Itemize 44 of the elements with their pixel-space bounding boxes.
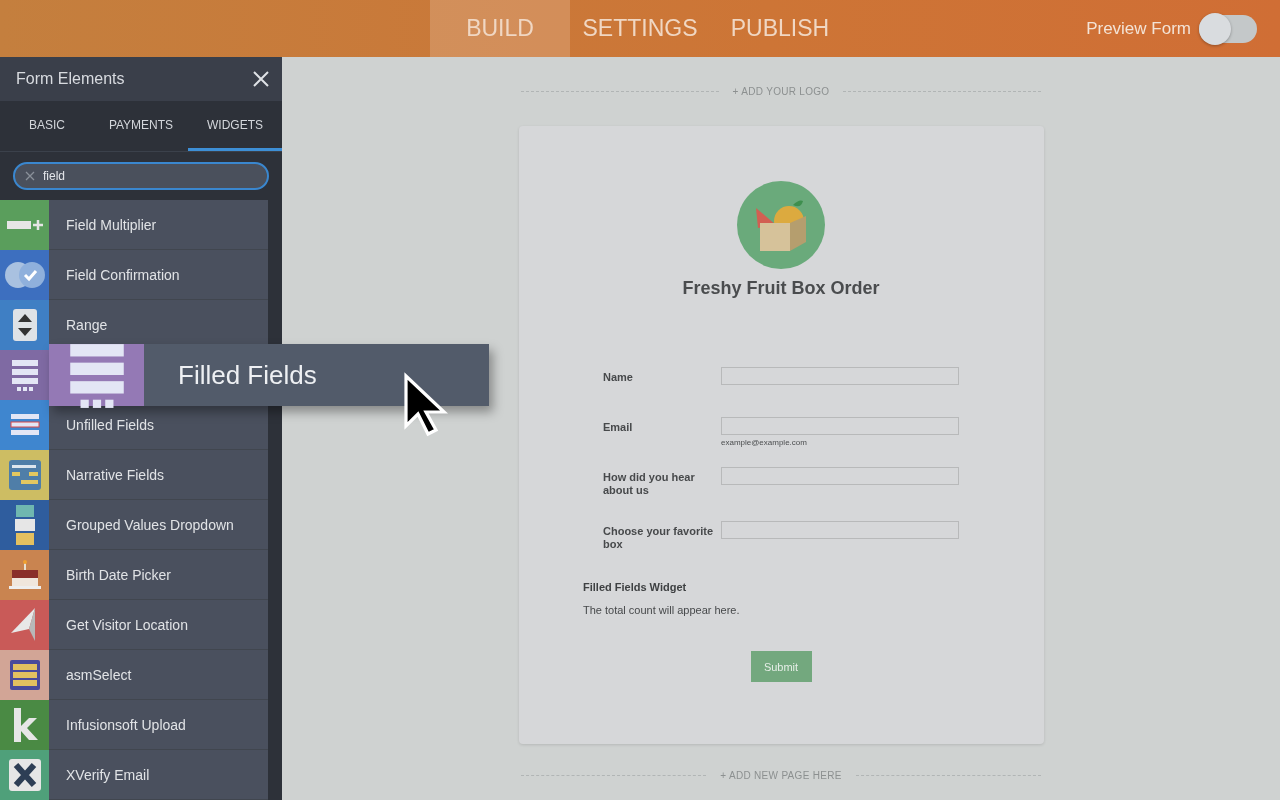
form-fields-icon — [9, 413, 40, 436]
select-list-icon — [9, 659, 40, 690]
field-hint: example@example.com — [721, 438, 808, 447]
form-title: Freshy Fruit Box Order — [682, 278, 880, 299]
widget-name[interactable]: Range — [66, 316, 108, 333]
text-blanks-icon — [8, 459, 41, 490]
stacked-list-icon — [14, 504, 35, 545]
dragged-widget[interactable]: Filled Fields — [49, 344, 489, 406]
widget-text: The total count will appear here. — [583, 604, 741, 616]
preview-label: Preview Form — [1086, 18, 1191, 39]
widget-name[interactable]: Grouped Values Dropdown — [66, 516, 234, 533]
search-field[interactable]: field — [13, 162, 269, 190]
field-label: Choose your favorite box — [603, 524, 715, 552]
search-input[interactable]: field — [43, 169, 257, 183]
preview-toggle[interactable] — [1199, 14, 1257, 43]
check-circles-icon — [3, 259, 46, 290]
widget-name[interactable]: Birth Date Picker — [66, 566, 172, 583]
clear-icon[interactable] — [25, 171, 35, 181]
widget-title: Filled Fields Widget — [583, 581, 688, 593]
close-icon[interactable] — [252, 70, 270, 88]
panel-tab[interactable]: BASIC — [0, 101, 94, 151]
widget-name[interactable]: Field Confirmation — [66, 266, 180, 283]
panel-title: Form Elements — [16, 70, 125, 88]
up-down-icon — [12, 308, 37, 341]
field-label: Email — [603, 420, 634, 435]
field-label: How did you hear about us — [603, 470, 696, 498]
input-field[interactable] — [721, 521, 959, 539]
widget-name[interactable]: asmSelect — [66, 666, 132, 683]
widget-name[interactable]: Unfilled Fields — [66, 416, 154, 433]
input-field[interactable] — [721, 467, 959, 485]
letter-k-icon — [11, 707, 38, 742]
field-label: Name — [603, 370, 634, 385]
input-field[interactable] — [721, 367, 959, 385]
widget-name: Filled Fields — [178, 359, 317, 391]
widget-name[interactable]: Narrative Fields — [66, 466, 165, 483]
form-fields-icon — [9, 357, 40, 392]
widget-name[interactable]: Infusionsoft Upload — [66, 716, 186, 733]
widget-name[interactable]: Field Multiplier — [66, 216, 157, 233]
panel-tab[interactable]: PAYMENTS — [94, 101, 188, 151]
widget-name[interactable]: XVerify Email — [66, 766, 150, 783]
widget-name[interactable]: Get Visitor Location — [66, 616, 188, 633]
cake-icon — [7, 559, 42, 590]
input-field[interactable] — [721, 417, 959, 435]
x-mark-icon — [8, 758, 41, 791]
